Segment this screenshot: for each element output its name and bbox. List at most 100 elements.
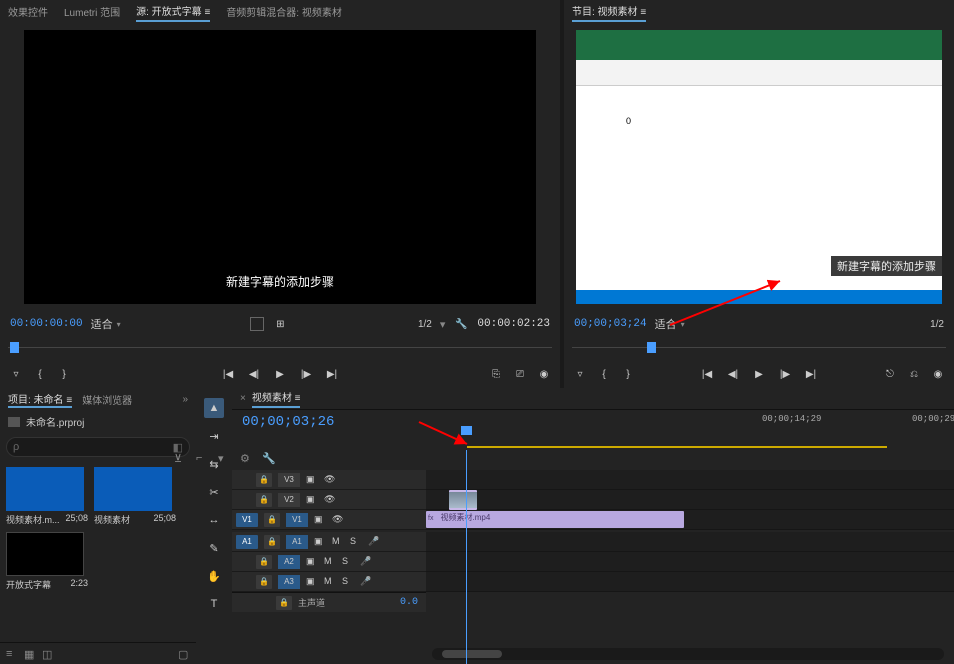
toggle-output-icon[interactable]: ▣ [306, 556, 318, 568]
track-label[interactable]: V2 [278, 493, 300, 507]
track-body-v1[interactable]: fx 视频素材.mp4 [426, 510, 954, 530]
toggle-output-icon[interactable]: ▣ [314, 536, 326, 548]
toggle-output-icon[interactable]: ▣ [306, 576, 318, 588]
track-body-v2[interactable] [426, 490, 954, 510]
mute-icon[interactable]: M [324, 576, 336, 588]
master-track[interactable]: 🔒 主声道 0.0 [232, 592, 426, 612]
extract-icon[interactable]: ⎌ [906, 366, 922, 382]
mark-in-icon[interactable]: { [596, 366, 612, 382]
tab-effect-controls[interactable]: 效果控件 [8, 2, 48, 21]
export-frame-icon[interactable]: ◉ [930, 366, 946, 382]
track-label[interactable]: A3 [278, 575, 300, 589]
project-search[interactable]: ρ ◧ [6, 437, 190, 457]
track-select-tool-icon[interactable]: ⇥ [204, 426, 224, 446]
track-body-a3[interactable] [426, 572, 954, 592]
wrench-icon[interactable]: 🔧 [453, 316, 469, 332]
goto-out-icon[interactable]: ▶| [324, 366, 340, 382]
solo-icon[interactable]: S [350, 536, 362, 548]
track-header-v2[interactable]: 🔒 V2 ▣ 👁 [232, 490, 426, 510]
panel-menu-icon[interactable]: » [182, 394, 188, 405]
add-marker-icon[interactable]: ▿ [572, 366, 588, 382]
track-header-v3[interactable]: 🔒 V3 ▣ 👁 [232, 470, 426, 490]
play-icon[interactable]: ▶ [751, 366, 767, 382]
program-zoom[interactable]: 1/2 [930, 319, 944, 330]
list-view-icon[interactable]: ≡ [6, 648, 18, 660]
program-playhead[interactable] [647, 342, 656, 353]
step-back-icon[interactable]: ◀| [246, 366, 262, 382]
lock-icon[interactable]: 🔒 [264, 535, 280, 549]
pen-tool-icon[interactable]: ✎ [204, 538, 224, 558]
toggle-output-icon[interactable]: ▣ [306, 494, 318, 506]
timeline-zoom-scrollbar[interactable] [432, 648, 944, 660]
tab-lumetri[interactable]: Lumetri 范围 [64, 2, 120, 21]
eye-icon[interactable]: 👁 [332, 514, 344, 526]
overwrite-icon[interactable]: ⎚ [512, 366, 528, 382]
timeline-playhead-handle[interactable] [461, 426, 472, 435]
tab-project[interactable]: 项目: 未命名 ≡ [8, 391, 72, 408]
eye-icon[interactable]: 👁 [324, 494, 336, 506]
track-label[interactable]: V1 [286, 513, 308, 527]
step-fwd-icon[interactable]: |▶ [777, 366, 793, 382]
voice-icon[interactable]: 🎤 [360, 576, 372, 588]
close-icon[interactable]: × [240, 393, 246, 404]
voice-icon[interactable]: 🎤 [368, 536, 380, 548]
track-header-a1[interactable]: A1 🔒 A1 ▣ M S 🎤 [232, 532, 426, 552]
mark-out-icon[interactable]: } [620, 366, 636, 382]
insert-icon[interactable]: ⎘ [488, 366, 504, 382]
lock-icon[interactable]: 🔒 [256, 575, 272, 589]
master-value[interactable]: 0.0 [400, 597, 418, 608]
track-label[interactable]: A1 [286, 535, 308, 549]
timeline-playhead-line[interactable] [466, 450, 467, 664]
solo-icon[interactable]: S [342, 576, 354, 588]
track-label[interactable]: A2 [278, 555, 300, 569]
marker-icon[interactable]: ▾ [218, 452, 232, 466]
project-file-row[interactable]: 未命名.prproj [0, 410, 196, 433]
src-patch[interactable]: V1 [236, 513, 258, 527]
track-header-a3[interactable]: 🔒 A3 ▣ M S 🎤 [232, 572, 426, 592]
track-header-v1[interactable]: V1 🔒 V1 ▣ 👁 [232, 510, 426, 530]
mark-out-icon[interactable]: } [56, 366, 72, 382]
goto-in-icon[interactable]: |◀ [699, 366, 715, 382]
new-bin-icon[interactable]: ▢ [178, 648, 190, 660]
lock-icon[interactable]: 🔒 [256, 493, 272, 507]
program-viewer[interactable]: 0 新建字幕的添加步骤 [576, 30, 942, 304]
eye-icon[interactable]: 👁 [324, 474, 336, 486]
voice-icon[interactable]: 🎤 [360, 556, 372, 568]
stop-icon[interactable] [250, 317, 264, 331]
program-scrubber[interactable] [572, 338, 946, 358]
bin-item[interactable]: 视频素材.m...25;08 [6, 467, 88, 526]
tab-media-browser[interactable]: 媒体浏览器 [82, 392, 132, 407]
video-clip[interactable]: fx 视频素材.mp4 [426, 511, 684, 528]
solo-icon[interactable]: S [342, 556, 354, 568]
tab-source-caption[interactable]: 源: 开放式字幕 ≡ [136, 1, 210, 22]
selection-tool-icon[interactable]: ▲ [204, 398, 224, 418]
toggle-output-icon[interactable]: ▣ [306, 474, 318, 486]
goto-in-icon[interactable]: |◀ [220, 366, 236, 382]
snap-icon[interactable]: ⊻ [174, 452, 188, 466]
caption-clip[interactable] [449, 490, 477, 510]
add-marker-icon[interactable]: ▿ [8, 366, 24, 382]
tab-program[interactable]: 节目: 视频素材 ≡ [572, 1, 646, 22]
track-label[interactable]: V3 [278, 473, 300, 487]
source-scrubber[interactable] [8, 338, 552, 358]
slip-tool-icon[interactable]: ↔ [204, 510, 224, 530]
goto-out-icon[interactable]: ▶| [803, 366, 819, 382]
step-back-icon[interactable]: ◀| [725, 366, 741, 382]
lift-icon[interactable]: ⎋ [882, 366, 898, 382]
export-frame-icon[interactable]: ◉ [536, 366, 552, 382]
source-viewer[interactable]: 新建字幕的添加步骤 [24, 30, 536, 304]
track-header-a2[interactable]: 🔒 A2 ▣ M S 🎤 [232, 552, 426, 572]
source-playhead[interactable] [10, 342, 19, 353]
source-fit-select[interactable]: 适合 [91, 316, 121, 332]
bin-item[interactable]: 开放式字幕2:23 [6, 532, 88, 591]
link-icon[interactable]: ⌐ [196, 452, 210, 466]
timeline-tab[interactable]: 视频素材 ≡ [252, 389, 301, 408]
freeform-icon[interactable]: ◫ [42, 648, 54, 660]
icon-view-icon[interactable]: ▦ [24, 648, 36, 660]
hand-tool-icon[interactable]: ✋ [204, 566, 224, 586]
step-fwd-icon[interactable]: |▶ [298, 366, 314, 382]
timeline-ruler[interactable]: 00;00;14;29 00;00;29;29 00;00;44;28 [427, 412, 946, 448]
source-zoom[interactable]: 1/2 [418, 319, 432, 330]
safe-margins-icon[interactable]: ⊞ [272, 316, 288, 332]
lock-icon[interactable]: 🔒 [276, 596, 292, 610]
